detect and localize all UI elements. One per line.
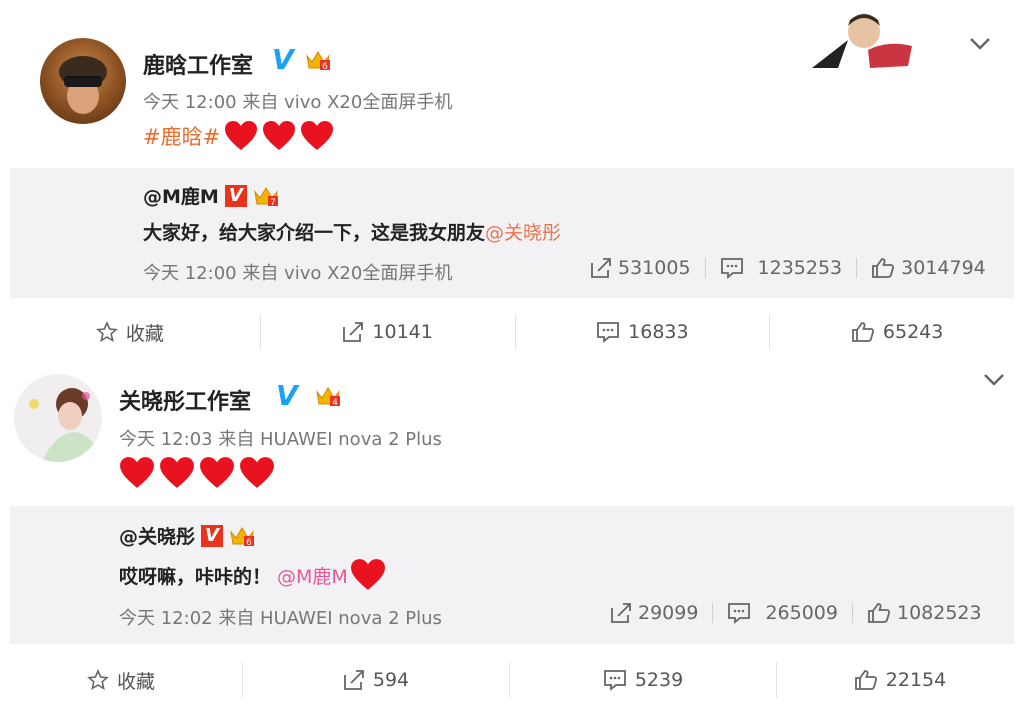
star-icon [87,669,109,691]
repost-text-body: 哎呀嘛，咔咔的！ [119,565,272,588]
heart-icon [263,121,296,150]
heart-icon [301,121,334,150]
like-button[interactable]: 65243 [770,321,1024,343]
repost-text-body: 大家好，给大家介绍一下，这是我女朋友 [143,222,486,244]
level-text: 4 [332,398,338,408]
like-count: 65243 [882,321,944,343]
like-icon [868,603,891,623]
verified-icon: V [276,379,298,412]
verified-icon: V [201,524,224,547]
post-meta: 今天 12:03 来自 HUAWEI nova 2 Plus [119,429,442,450]
star-icon [95,321,118,343]
heart-icon [225,121,258,150]
level-text: 7 [270,198,276,208]
author-name[interactable]: 鹿晗工作室 [143,48,253,80]
avatar-image [59,56,107,114]
card-decoration [808,10,920,72]
repost-text: 大家好，给大家介绍一下，这是我女朋友@关晓彤 [143,218,561,245]
repost-share-count[interactable]: 531005 [590,257,691,279]
share-count: 594 [372,669,410,691]
mention-link[interactable]: @关晓彤 [485,222,561,244]
comment-icon [603,670,626,691]
heart-icon [240,457,274,488]
comment-icon [720,258,743,279]
repost-text: 哎呀嘛，咔咔的！ @M鹿M [119,558,386,592]
like-count: 1082523 [896,602,982,624]
like-icon [854,670,877,690]
divider [851,603,853,623]
favorite-button[interactable]: 收藏 [0,319,260,346]
share-icon [611,603,631,623]
repost-comment-count[interactable]: 1235253 [720,257,843,279]
comment-button[interactable]: 16833 [516,321,770,343]
level-text: 6 [246,538,252,548]
level-text: 6 [322,62,328,72]
author-avatar[interactable] [14,374,102,462]
heart-icon [200,457,234,488]
share-icon [343,670,364,690]
favorite-label: 收藏 [116,670,155,693]
comment-count: 1235253 [757,257,843,279]
heart-icon [350,559,385,590]
chevron-down-icon[interactable] [968,36,992,52]
share-count: 10141 [372,321,433,343]
repost-stats: 29099 265009 1082523 [610,602,982,624]
repost-stats: 531005 1235253 3014794 [590,257,986,279]
author-avatar[interactable] [40,38,126,124]
share-count: 29099 [638,602,699,624]
verified-icon: V [224,184,247,207]
share-icon [591,258,611,278]
repost-author-row: @M鹿M V 7 [143,182,279,209]
heart-icon [160,457,194,488]
share-button[interactable]: 10141 [261,321,515,343]
author-name[interactable]: 关晓彤工作室 [119,384,251,416]
mention-link[interactable]: @M鹿M [277,562,348,589]
like-icon [851,322,874,342]
repost-like-count[interactable]: 3014794 [871,257,986,279]
repost-like-count[interactable]: 1082523 [867,602,982,624]
share-button[interactable]: 594 [243,669,509,691]
divider [856,258,858,278]
repost-author[interactable]: @M鹿M [143,182,219,209]
favorite-label: 收藏 [125,322,164,345]
like-icon [872,258,895,278]
repost-meta: 今天 12:02 来自 HUAWEI nova 2 Plus [119,608,442,629]
post-meta: 今天 12:00 来自 vivo X20全面屏手机 [143,92,453,113]
heart-icon [120,457,154,488]
crown-icon: 7 [254,186,278,208]
divider [712,603,714,623]
verified-icon: V [272,43,294,76]
comment-count: 5239 [634,669,684,691]
comment-count: 16833 [628,321,689,343]
action-bar: 收藏 594 5239 22154 [0,658,1024,702]
chevron-down-icon[interactable] [982,372,1006,388]
avatar-image [29,388,102,462]
post-content: #鹿晗# [143,120,334,152]
crown-icon: 4 [315,384,341,408]
divider [704,258,706,278]
share-icon [343,322,364,342]
topic-link[interactable]: #鹿晗# [143,121,220,151]
repost-author-row: @关晓彤 V 6 [119,522,255,549]
repost-meta: 今天 12:00 来自 vivo X20全面屏手机 [143,263,453,284]
repost-share-count[interactable]: 29099 [610,602,698,624]
like-button[interactable]: 22154 [777,669,1023,691]
comment-icon [728,603,751,624]
action-bar: 收藏 10141 16833 65243 [0,310,1024,354]
crown-icon: 6 [230,526,255,548]
share-count: 531005 [618,257,691,279]
comment-count: 265009 [765,602,838,624]
like-count: 22154 [885,669,947,691]
repost-comment-count[interactable]: 265009 [727,602,838,624]
crown-icon: 6 [305,48,331,72]
favorite-button[interactable]: 收藏 [0,667,242,694]
comment-button[interactable]: 5239 [510,669,776,691]
post-content [119,456,275,490]
comment-icon [597,322,620,343]
like-count: 3014794 [901,257,986,279]
repost-author[interactable]: @关晓彤 [119,522,195,549]
